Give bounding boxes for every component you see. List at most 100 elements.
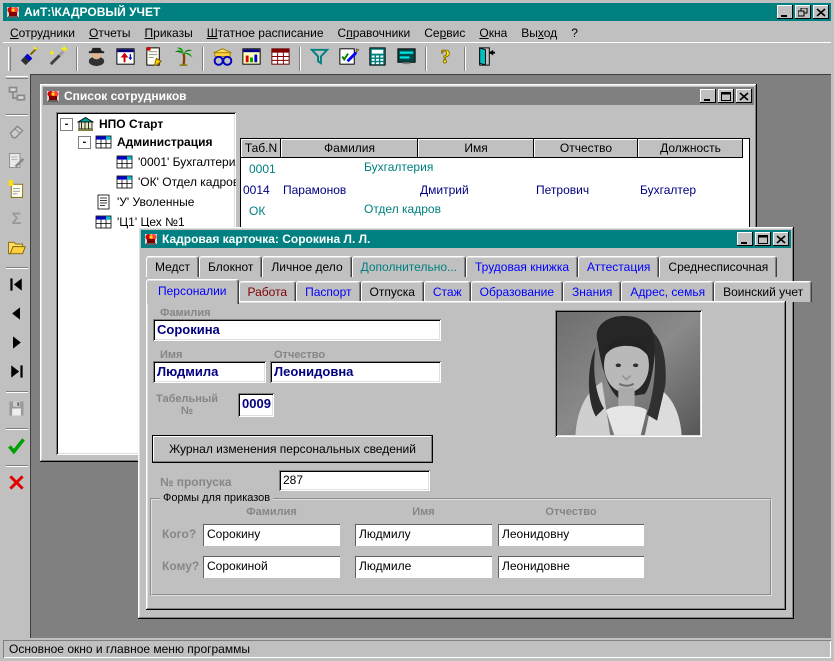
query-wizard-button[interactable] <box>43 45 72 72</box>
surname-input[interactable]: Сорокина <box>153 319 441 341</box>
menu-item[interactable]: Отчеты <box>82 24 138 42</box>
last-record-button[interactable] <box>4 360 29 387</box>
toolbar-separator <box>464 47 466 71</box>
svg-text:?: ? <box>440 46 450 68</box>
edit-form-button[interactable] <box>334 45 363 72</box>
personnel-card-title-bar[interactable]: Кадровая карточка: Сорокина Л. Л. <box>141 230 791 248</box>
tree-item[interactable]: 'ОК' Отдел кадров <box>56 172 236 192</box>
minimize-button[interactable] <box>737 232 753 246</box>
help-button[interactable]: ? <box>431 45 460 72</box>
first-record-button[interactable] <box>4 273 29 300</box>
staff-schedule-button[interactable] <box>140 45 169 72</box>
menu-item[interactable]: Приказы <box>138 24 200 42</box>
tab-item[interactable]: Адрес, семья <box>621 281 714 302</box>
tab-item[interactable]: Аттестация <box>578 256 659 277</box>
new-note-button[interactable] <box>4 178 29 205</box>
order-forms-group: Формы для приказов ФамилияИмяОтчествоКог… <box>150 498 772 596</box>
table-row[interactable]: ОКОтдел кадров <box>241 200 749 221</box>
close-button[interactable] <box>813 5 829 19</box>
tab-number-input[interactable]: 0009 <box>238 393 274 417</box>
journal-button[interactable]: Журнал изменения персональных сведений <box>152 435 433 463</box>
tab-item[interactable]: Медст <box>146 256 199 277</box>
eraser-button[interactable] <box>4 120 29 147</box>
tab-item[interactable]: Дополнительно... <box>352 256 466 277</box>
minimize-button[interactable] <box>700 89 716 103</box>
orders-input[interactable]: Леонидовну <box>498 524 644 546</box>
tab-item[interactable]: Отпуска <box>361 281 424 302</box>
vacation-palm-button[interactable] <box>169 45 198 72</box>
calculator-button[interactable] <box>363 45 392 72</box>
tree-item[interactable]: '0001' Бухгалтерия <box>56 152 236 172</box>
prev-record-icon <box>6 303 27 329</box>
table-header-cell[interactable]: Таб.N <box>241 139 281 158</box>
orders-input[interactable]: Сорокину <box>203 524 340 546</box>
help-icon: ? <box>434 45 457 73</box>
hierarchy-button[interactable] <box>4 83 29 110</box>
pass-number-input[interactable]: 287 <box>279 470 430 491</box>
application-window: АиТ:\КАДРОВЫЙ УЧЕТ СотрудникиОтчетыПрика… <box>0 0 834 661</box>
tree-item[interactable]: -НПО Старт <box>56 112 236 132</box>
edit-note-button[interactable] <box>4 149 29 176</box>
tab-item[interactable]: Среднесписочная <box>659 256 777 277</box>
minimize-button[interactable] <box>777 5 793 19</box>
maximize-button[interactable] <box>718 89 734 103</box>
tree-expander-icon[interactable]: - <box>78 136 91 149</box>
maximize-button[interactable] <box>755 232 771 246</box>
tree-expander-icon[interactable]: - <box>60 118 73 131</box>
table-header-cell[interactable]: Фамилия <box>281 139 418 158</box>
orders-window-button[interactable] <box>111 45 140 72</box>
table-row[interactable]: 0014ПарамоновДмитрийПетровичБухгалтер <box>241 179 749 200</box>
close-button[interactable] <box>773 232 789 246</box>
menu-item[interactable]: Окна <box>472 24 514 42</box>
side-toolbar-grip[interactable] <box>6 76 28 79</box>
table-grid-button[interactable] <box>266 45 295 72</box>
menu-item[interactable]: Штатное расписание <box>200 24 331 42</box>
menu-item[interactable]: Сервис <box>417 24 472 42</box>
orders-input[interactable]: Людмилу <box>355 524 492 546</box>
cancel-button[interactable] <box>4 471 29 498</box>
tab-item[interactable]: Образование <box>471 281 563 302</box>
menu-item[interactable]: Выход <box>514 24 564 42</box>
confirm-button[interactable] <box>4 434 29 461</box>
menu-item[interactable]: Сотрудники <box>3 24 82 42</box>
open-folder-button[interactable] <box>4 236 29 263</box>
save-button[interactable] <box>4 397 29 424</box>
menu-item[interactable]: ? <box>564 24 585 42</box>
reports-window-button[interactable] <box>237 45 266 72</box>
tree-item[interactable]: 'У' Уволенные <box>56 192 236 212</box>
table-header-cell[interactable]: Имя <box>418 139 534 158</box>
exit-button[interactable] <box>470 45 499 72</box>
menu-item[interactable]: Справочники <box>331 24 418 42</box>
patronymic-input[interactable]: Леонидовна <box>270 361 441 383</box>
main-title-bar[interactable]: АиТ:\КАДРОВЫЙ УЧЕТ <box>3 3 831 21</box>
close-button[interactable] <box>736 89 752 103</box>
orders-input[interactable]: Людмиле <box>355 556 492 578</box>
orders-input[interactable]: Сорокиной <box>203 556 340 578</box>
report-wizard-button[interactable] <box>14 45 43 72</box>
tab-item[interactable]: Блокнот <box>199 256 262 277</box>
tab-item[interactable]: Работа <box>239 281 297 302</box>
filter-funnel-button[interactable] <box>305 45 334 72</box>
tab-item[interactable]: Трудовая книжка <box>466 256 578 277</box>
tab-item[interactable]: Паспорт <box>296 281 360 302</box>
employee-list-title-bar[interactable]: Список сотрудников <box>43 87 754 105</box>
tab-active[interactable]: Персоналии <box>146 279 239 304</box>
sum-sigma-button[interactable]: Σ <box>4 207 29 234</box>
restore-button[interactable] <box>795 5 811 19</box>
search-view-button[interactable] <box>208 45 237 72</box>
next-record-button[interactable] <box>4 331 29 358</box>
table-header-cell[interactable]: Должность <box>638 139 743 158</box>
toolbar-grip[interactable] <box>8 47 11 71</box>
employee-button[interactable] <box>82 45 111 72</box>
tab-item[interactable]: Воинский учет <box>714 281 812 302</box>
prev-record-button[interactable] <box>4 302 29 329</box>
tab-item[interactable]: Знания <box>563 281 621 302</box>
table-row[interactable]: 0001Бухгалтерия <box>241 158 749 179</box>
first-name-input[interactable]: Людмила <box>153 361 266 383</box>
table-header-cell[interactable]: Отчество <box>534 139 638 158</box>
tab-item[interactable]: Личное дело <box>262 256 351 277</box>
tree-item[interactable]: -Администрация <box>56 132 236 152</box>
tab-item[interactable]: Стаж <box>424 281 471 302</box>
orders-input[interactable]: Леонидовне <box>498 556 644 578</box>
screen-button[interactable] <box>392 45 421 72</box>
